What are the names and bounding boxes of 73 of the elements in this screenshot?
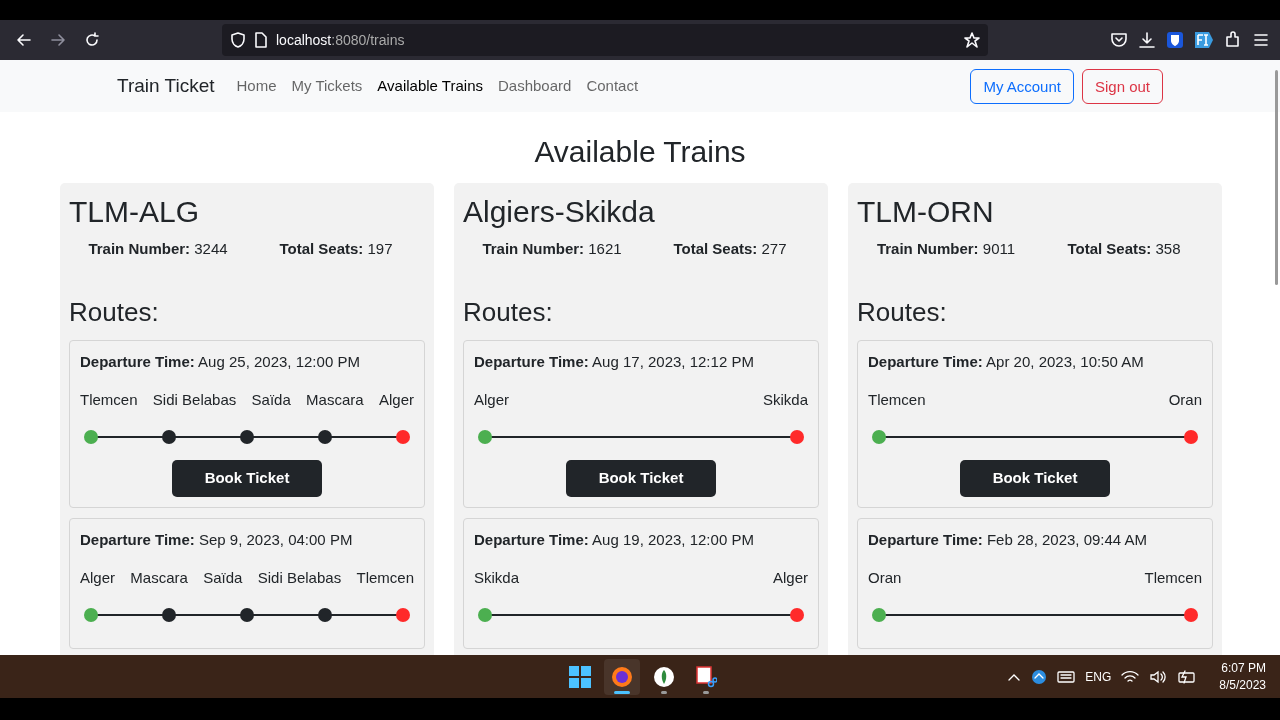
station-name: Skikda (762, 390, 808, 410)
book-ticket-button[interactable]: Book Ticket (960, 459, 1110, 497)
keyboard-icon[interactable] (1057, 669, 1076, 684)
departure-time: Departure Time: Aug 25, 2023, 12:00 PM (80, 351, 361, 372)
forward-arrow-icon (50, 32, 66, 48)
clock-time[interactable]: 6:07 PM (1219, 660, 1266, 677)
sign-out-button[interactable]: Sign out (1081, 68, 1163, 104)
wifi-icon[interactable] (1121, 669, 1140, 684)
shield-icon (230, 32, 246, 48)
train-number: Train Number: 9011 (875, 239, 1017, 259)
train-name: TLM-ALG (69, 195, 201, 228)
brand-link[interactable]: Train Ticket (117, 71, 215, 101)
departure-time: Departure Time: Aug 17, 2023, 12:12 PM (474, 351, 755, 372)
station-name: Skikda (474, 568, 520, 588)
departure-time: Departure Time: Aug 19, 2023, 12:00 PM (474, 529, 755, 550)
station-name: Oran (868, 568, 902, 588)
windows-logo-icon (569, 665, 591, 688)
menu-icon[interactable] (1252, 31, 1270, 49)
routes-heading: Routes: (857, 295, 948, 329)
station-name: Tlemcen (80, 390, 138, 410)
station-name: Saïda (251, 390, 291, 410)
reload-icon (84, 32, 100, 48)
puzzle-icon[interactable] (1224, 31, 1242, 49)
back-arrow-icon (16, 32, 32, 48)
station-name: Saïda (203, 568, 243, 588)
station-name: Oran (1168, 390, 1202, 410)
book-ticket-button[interactable]: Book Ticket (172, 459, 322, 497)
station-name: Tlemcen (1144, 568, 1202, 588)
train-number: Train Number: 3244 (87, 239, 229, 259)
total-seats: Total Seats: 277 (641, 238, 819, 261)
nav-link[interactable]: Dashboard (498, 74, 572, 98)
station-name: Mascara (306, 390, 364, 410)
total-seats: Total Seats: 197 (247, 238, 425, 261)
station-name: Alger (474, 390, 510, 410)
station-name: Alger (772, 568, 808, 588)
battery-icon[interactable] (1177, 669, 1198, 684)
nav-link[interactable]: My Tickets (291, 74, 363, 98)
nav-link[interactable]: Available Trains (377, 74, 483, 98)
station-name: Alger (80, 568, 116, 588)
departure-time: Departure Time: Feb 28, 2023, 09:44 AM (868, 529, 1149, 550)
nav-link[interactable]: Contact (586, 74, 639, 98)
station-name: Tlemcen (868, 390, 926, 410)
station-name: Tlemcen (356, 568, 414, 588)
departure-time: Departure Time: Apr 20, 2023, 10:50 AM (868, 351, 1145, 372)
download-icon[interactable] (1138, 31, 1156, 49)
nav-link[interactable]: Home (236, 74, 277, 98)
star-icon[interactable] (964, 32, 980, 48)
station-name: Sidi Belabas (257, 568, 342, 588)
routes-heading: Routes: (69, 295, 160, 329)
book-ticket-button[interactable]: Book Ticket (566, 459, 716, 497)
leaf-icon (653, 665, 675, 688)
extension-fi-icon[interactable] (1194, 31, 1214, 49)
total-seats: Total Seats: 358 (1035, 238, 1213, 261)
station-name: Sidi Belabas (152, 390, 237, 410)
url-text: localhost:8080/trains (276, 30, 406, 50)
extension-shield-icon[interactable] (1166, 31, 1184, 49)
station-name: Mascara (130, 568, 188, 588)
address-bar[interactable]: localhost:8080/trains (222, 24, 988, 56)
page-title: Available Trains (533, 134, 747, 170)
taskbar-app[interactable] (604, 658, 640, 695)
train-name: Algiers-Skikda (463, 195, 656, 228)
speaker-icon[interactable] (1149, 669, 1168, 684)
account-button[interactable]: My Account (970, 68, 1074, 104)
pocket-icon[interactable] (1110, 31, 1128, 49)
departure-time: Departure Time: Sep 9, 2023, 04:00 PM (80, 529, 354, 550)
train-name: TLM-ORN (857, 195, 995, 228)
page-icon (254, 32, 268, 48)
routes-heading: Routes: (463, 295, 554, 329)
station-name: Alger (378, 390, 414, 410)
language-indicator[interactable]: ENG (1085, 667, 1112, 686)
scrollbar-thumb[interactable] (1275, 70, 1278, 285)
clock-date[interactable]: 8/5/2023 (1219, 676, 1266, 693)
train-number: Train Number: 1621 (481, 239, 623, 259)
